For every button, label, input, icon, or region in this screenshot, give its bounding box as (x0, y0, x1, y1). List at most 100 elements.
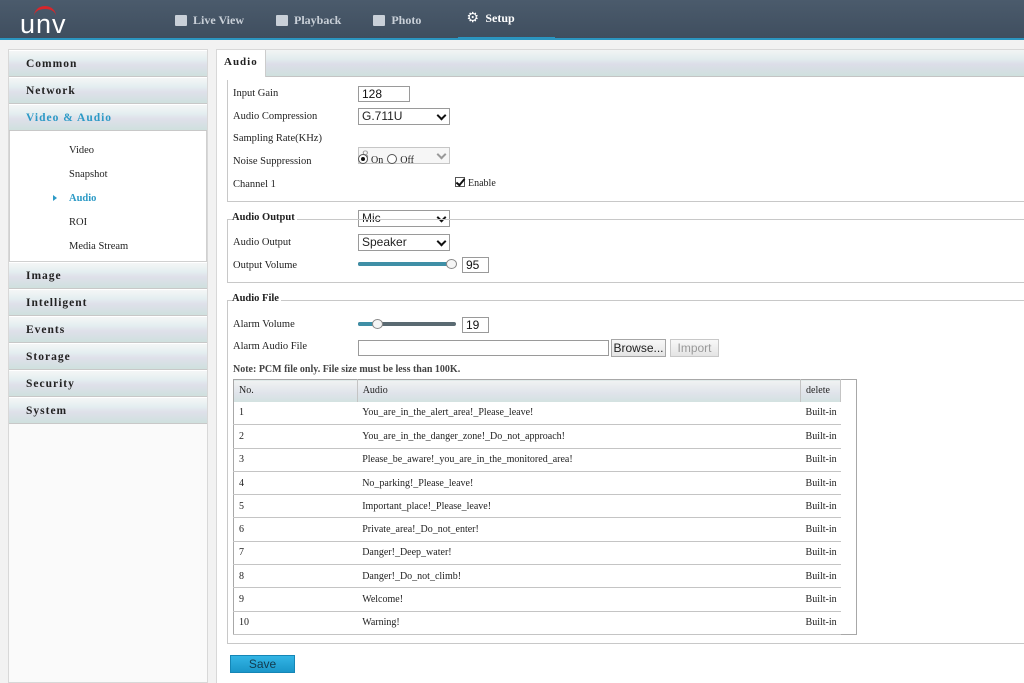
cell-delete[interactable]: Built-in (800, 401, 841, 426)
cell-delete[interactable]: Built-in (800, 541, 841, 566)
alarm-volume-slider[interactable] (358, 319, 456, 331)
sidebar-item-common[interactable]: Common (9, 50, 207, 77)
audio-output-label: Audio Output (233, 237, 292, 248)
output-volume-label: Output Volume (233, 260, 298, 271)
enable-label: Enable (468, 178, 496, 189)
cell-spacer (841, 565, 857, 588)
radio-label: Off (400, 155, 414, 166)
cell-audio: Please_be_aware!_you_are_in_the_monitore… (357, 448, 801, 472)
gear-icon: ⚙ (466, 10, 479, 26)
noise-on-radio[interactable] (358, 154, 368, 164)
table-row[interactable]: 3 Please_be_aware!_you_are_in_the_monitor… (233, 448, 857, 472)
sidebar-item-events[interactable]: Events (9, 316, 207, 343)
cell-delete[interactable]: Built-in (800, 424, 841, 449)
submenu-item-video[interactable]: Video (10, 139, 206, 163)
col-spacer (840, 379, 857, 402)
sidebar: Common Network Video & Audio Video Snaps… (8, 49, 208, 683)
submenu-label: Audio (69, 193, 97, 204)
cell-audio: You_are_in_the_alert_area!_Please_leave! (357, 401, 801, 426)
channel1-label: Channel 1 (233, 179, 276, 190)
cell-delete[interactable]: Built-in (800, 448, 841, 472)
nav-label: Live View (193, 12, 244, 27)
cell-delete[interactable]: Built-in (800, 494, 841, 519)
slider-fill (358, 262, 451, 266)
sidebar-item-video-audio[interactable]: Video & Audio (9, 104, 207, 131)
sidebar-item-security[interactable]: Security (9, 370, 207, 397)
cell-spacer (841, 541, 857, 564)
chevron-down-icon (436, 110, 447, 121)
table-header-row: No. Audio delete (233, 379, 857, 402)
enable-checkbox[interactable] (455, 177, 465, 187)
cell-delete[interactable]: Built-in (800, 517, 841, 542)
cell-no: 9 (233, 587, 358, 612)
input-gain-label: Input Gain (233, 88, 279, 99)
nav-photo[interactable]: Photo (363, 0, 431, 40)
cell-spacer (841, 471, 857, 494)
submenu-item-audio[interactable]: Audio (10, 187, 206, 211)
cell-delete[interactable]: Built-in (800, 471, 841, 496)
chevron-down-icon (436, 149, 447, 160)
table-row[interactable]: 6 Private_area!_Do_not_enter! Built-in (233, 517, 857, 542)
cell-spacer (841, 402, 857, 425)
col-delete: delete (800, 379, 842, 402)
table-row[interactable]: 1 You_are_in_the_alert_area!_Please_leave… (233, 401, 857, 426)
input-gain-field[interactable]: 128 (358, 86, 410, 102)
cell-audio: Danger!_Do_not_climb! (357, 564, 801, 589)
tab-strip: Audio (217, 50, 1024, 77)
top-bar: unv Live View Playback Photo ⚙ Setup (0, 0, 1024, 40)
import-button: Import (670, 339, 719, 357)
cell-delete[interactable]: Built-in (800, 611, 841, 635)
audio-output-select[interactable]: Speaker (358, 234, 450, 251)
cell-audio: Danger!_Deep_water! (357, 541, 801, 566)
col-no: No. (233, 379, 358, 402)
table-row[interactable]: 9 Welcome! Built-in (233, 587, 857, 612)
cell-no: 2 (233, 424, 358, 449)
sidebar-item-storage[interactable]: Storage (9, 343, 207, 370)
alarm-volume-label: Alarm Volume (233, 319, 295, 330)
table-row[interactable]: 2 You_are_in_the_danger_zone!_Do_not_appr… (233, 424, 857, 449)
tab-audio[interactable]: Audio (217, 50, 266, 77)
alarm-volume-field[interactable]: 19 (462, 317, 489, 333)
cell-audio: You_are_in_the_danger_zone!_Do_not_appro… (357, 424, 801, 449)
output-volume-field[interactable]: 95 (462, 257, 489, 273)
cell-delete[interactable]: Built-in (800, 587, 841, 612)
sidebar-item-network[interactable]: Network (9, 77, 207, 104)
audio-compression-select[interactable]: G.711U (358, 108, 450, 125)
chevron-down-icon (436, 236, 447, 247)
submenu-item-roi[interactable]: ROI (10, 211, 206, 235)
table-row[interactable]: 10 Warning! Built-in (233, 611, 857, 635)
cell-no: 8 (233, 564, 358, 589)
table-row[interactable]: 8 Danger!_Do_not_climb! Built-in (233, 564, 857, 589)
save-button[interactable]: Save (230, 655, 295, 673)
audio-compression-label: Audio Compression (233, 111, 318, 122)
noise-off-radio[interactable] (387, 154, 398, 164)
submenu-item-snapshot[interactable]: Snapshot (10, 163, 206, 187)
output-volume-slider[interactable] (358, 259, 457, 271)
audio-input-section: Input Gain 128 Audio Compression G.711U … (227, 80, 1024, 227)
cell-spacer (841, 495, 857, 518)
nav-playback[interactable]: Playback (266, 0, 351, 40)
nav-setup[interactable]: ⚙ Setup (458, 0, 555, 40)
alarm-audio-file-field[interactable] (358, 340, 609, 356)
radio-label: On (371, 155, 384, 166)
sidebar-item-intelligent[interactable]: Intelligent (9, 289, 207, 316)
table-row[interactable]: 7 Danger!_Deep_water! Built-in (233, 541, 857, 566)
slider-thumb[interactable] (372, 319, 383, 329)
slider-thumb[interactable] (446, 259, 457, 269)
cell-audio: Welcome! (357, 587, 801, 612)
nav-label: Photo (391, 12, 422, 27)
sidebar-item-image[interactable]: Image (9, 262, 207, 289)
table-row[interactable]: 5 Important_place!_Please_leave! Built-in (233, 494, 857, 519)
select-value: G.711U (362, 109, 403, 123)
sidebar-item-system[interactable]: System (9, 397, 207, 424)
cell-delete[interactable]: Built-in (800, 564, 841, 589)
active-arrow-icon (53, 195, 57, 201)
browse-button[interactable]: Browse... (611, 339, 666, 357)
nav-live-view[interactable]: Live View (165, 0, 254, 40)
cell-spacer (841, 425, 857, 448)
film-icon (276, 14, 288, 26)
cell-no: 4 (233, 471, 358, 496)
submenu-item-media-stream[interactable]: Media Stream (10, 235, 206, 259)
table-row[interactable]: 4 No_parking!_Please_leave! Built-in (233, 471, 857, 496)
noise-suppression-group: On Off (358, 154, 418, 166)
